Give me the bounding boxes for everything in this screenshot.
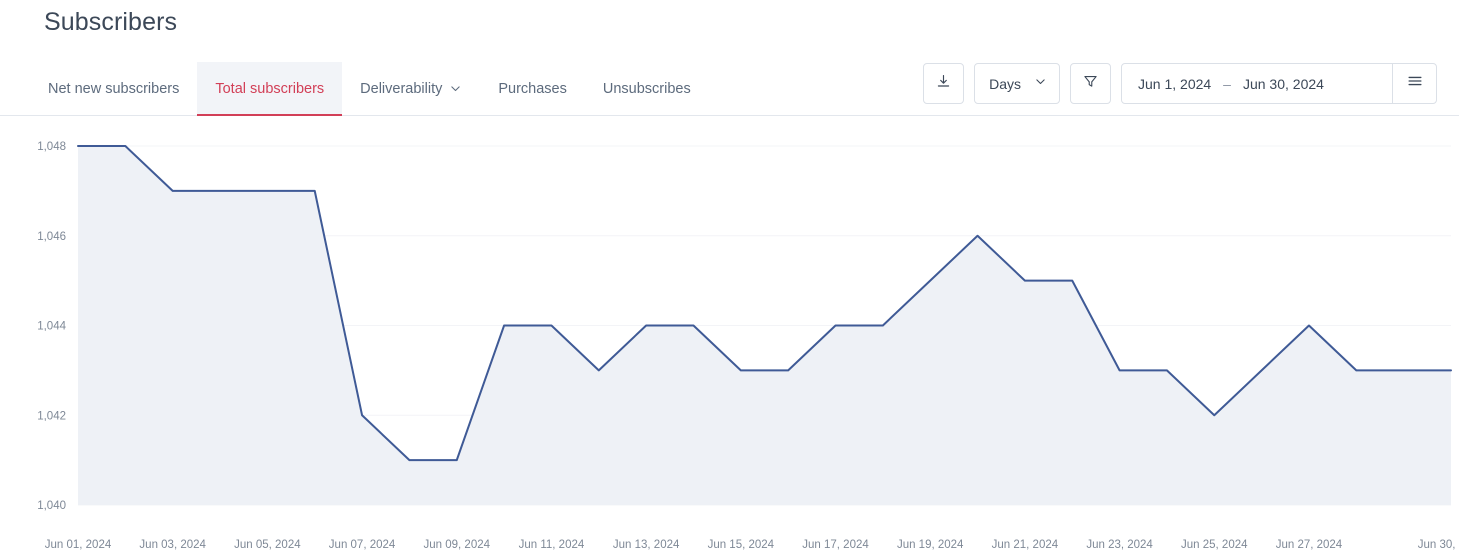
- page-title: Subscribers: [44, 8, 178, 36]
- date-range-control: Jun 1, 2024 – Jun 30, 2024: [1121, 63, 1437, 104]
- tab-label: Net new subscribers: [48, 80, 180, 97]
- date-range-separator: –: [1223, 75, 1231, 92]
- y-axis-tick-label: 1,040: [37, 500, 66, 512]
- chart-svg: 1,040 1,042 1,044 1,046 1,048 Jun 01, 2024 Jun…: [37, 141, 1459, 551]
- download-button[interactable]: [923, 63, 965, 104]
- tab-label: Deliverability: [360, 80, 443, 97]
- date-range-menu-button[interactable]: [1392, 64, 1436, 103]
- tab-list: Net new subscribers Total subscribers De…: [30, 62, 709, 116]
- x-axis-tick-label: Jun 07, 2024: [329, 539, 396, 551]
- x-axis-tick-label: Jun 23, 2024: [1086, 539, 1153, 551]
- funnel-icon: [1082, 73, 1099, 95]
- y-axis-tick-label: 1,044: [37, 321, 66, 333]
- interval-select[interactable]: Days: [974, 63, 1060, 104]
- date-range-end: Jun 30, 2024: [1242, 75, 1324, 92]
- total-subscribers-chart[interactable]: 1,040 1,042 1,044 1,046 1,048 Jun 01, 2024 Jun…: [0, 117, 1459, 557]
- y-axis-tick-label: 1,048: [37, 141, 66, 153]
- hamburger-icon: [1406, 72, 1424, 95]
- subscribers-report-page: Subscribers Net new subscribers Total su…: [0, 0, 1459, 557]
- x-axis-tick-label: Jun 19, 2024: [897, 539, 964, 551]
- x-axis-tick-label: Jun 15, 2024: [708, 539, 775, 551]
- x-axis-tick-label: Jun 27, 2024: [1276, 539, 1343, 551]
- filter-button[interactable]: [1070, 63, 1111, 104]
- x-axis-tick-label: Jun 30, 2024: [1418, 539, 1459, 551]
- x-axis-tick-label: Jun 05, 2024: [234, 539, 301, 551]
- chart-toolbar: Days Jun 1, 2024 – Jun 30, 2024: [923, 63, 1437, 104]
- tab-deliverability[interactable]: Deliverability: [342, 62, 480, 115]
- tab-unsubscribes[interactable]: Unsubscribes: [585, 62, 709, 115]
- chevron-down-icon: [1034, 75, 1047, 93]
- tab-label: Unsubscribes: [602, 80, 691, 97]
- download-icon: [935, 73, 952, 95]
- x-axis-tick-label: Jun 13, 2024: [613, 539, 680, 551]
- x-axis-tick-label: Jun 01, 2024: [45, 539, 112, 551]
- tab-purchases[interactable]: Purchases: [480, 62, 585, 115]
- tab-label: Total subscribers: [215, 80, 325, 97]
- x-axis-tick-label: Jun 25, 2024: [1181, 539, 1248, 551]
- x-axis-tick-label: Jun 09, 2024: [424, 539, 491, 551]
- y-axis-tick-label: 1,042: [37, 410, 66, 422]
- x-axis-tick-label: Jun 03, 2024: [139, 539, 206, 551]
- chevron-down-icon: [449, 82, 462, 95]
- x-axis-tick-label: Jun 11, 2024: [519, 539, 585, 551]
- tab-label: Purchases: [498, 80, 567, 97]
- x-axis-tick-label: Jun 21, 2024: [992, 539, 1059, 551]
- y-axis-tick-label: 1,046: [37, 231, 66, 243]
- interval-select-label: Days: [989, 75, 1021, 92]
- tab-total-subscribers[interactable]: Total subscribers: [197, 62, 343, 116]
- date-range-start: Jun 1, 2024: [1138, 75, 1212, 92]
- x-axis-tick-label: Jun 17, 2024: [802, 539, 869, 551]
- date-range-field[interactable]: Jun 1, 2024 – Jun 30, 2024: [1122, 64, 1392, 103]
- tab-net-new-subscribers[interactable]: Net new subscribers: [30, 62, 197, 115]
